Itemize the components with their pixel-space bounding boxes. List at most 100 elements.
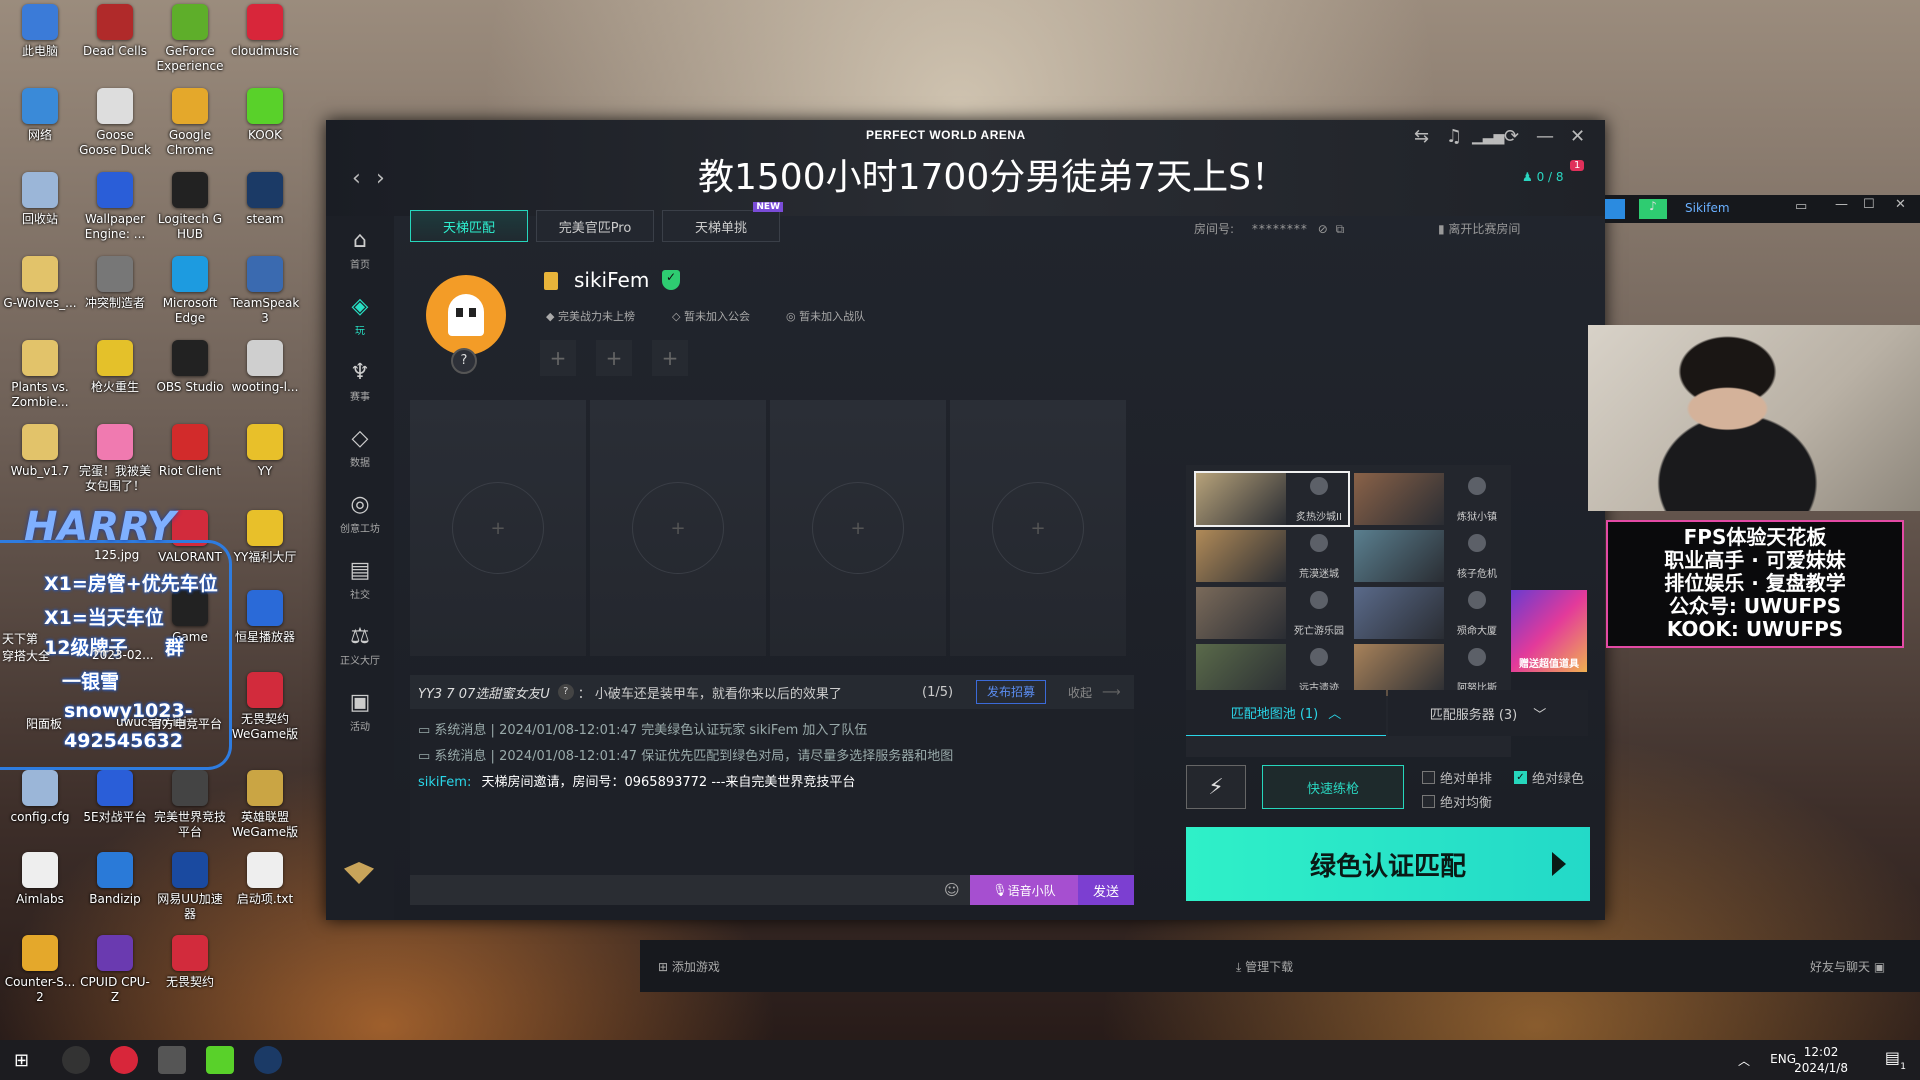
server-pool-dropdown[interactable]: 匹配服务器 (3) ﹀	[1388, 690, 1588, 736]
desktop-icon[interactable]: YY	[227, 424, 303, 479]
map-item[interactable]: 炼狱小镇	[1354, 473, 1506, 525]
emoji-icon[interactable]: ☺	[944, 881, 960, 899]
map-item[interactable]: 远古遗迹	[1196, 644, 1348, 696]
maximize-icon[interactable]: ☐	[1863, 197, 1875, 212]
desktop-icon[interactable]: 英雄联盟 WeGame版	[227, 770, 303, 840]
party-counter[interactable]: ♟ 0 / 8	[1522, 170, 1564, 184]
map-item[interactable]: 阿努比斯	[1354, 644, 1506, 696]
diamond-icon[interactable]	[344, 862, 374, 884]
manage-download-button[interactable]: ⤓ 管理下载	[1236, 958, 1293, 975]
tray-expand-icon[interactable]: ︿	[1738, 1052, 1750, 1069]
tab-official-pro[interactable]: 完美官匹Pro	[536, 210, 654, 242]
quick-practice-button[interactable]: 快速练枪	[1262, 765, 1404, 809]
sidebar-item[interactable]: ⌂ 首页	[326, 228, 394, 271]
desktop-icon[interactable]: 恒星播放器	[227, 590, 303, 645]
desktop-icon[interactable]: TeamSpeak 3	[227, 256, 303, 326]
desktop-icon[interactable]: Google Chrome	[152, 88, 228, 158]
map-item[interactable]: 炙热沙城II	[1194, 471, 1350, 527]
desktop-icon[interactable]: KOOK	[227, 88, 303, 143]
tab-ladder-match[interactable]: 天梯匹配	[410, 210, 528, 242]
team-slot[interactable]: +	[950, 400, 1126, 656]
leave-room-button[interactable]: ▮ 离开比赛房间	[1438, 220, 1520, 237]
send-button[interactable]: 发送	[1078, 875, 1134, 905]
sidebar-item[interactable]: ◇ 数据	[326, 426, 394, 469]
map-item[interactable]: 死亡游乐园	[1196, 587, 1348, 639]
desktop-icon[interactable]: Wallpaper Engine: ...	[77, 172, 153, 242]
desktop-icon[interactable]: GeForce Experience	[152, 4, 228, 74]
desktop-icon[interactable]: YY福利大厅	[227, 510, 303, 565]
desktop-icon[interactable]: cloudmusic	[227, 4, 303, 59]
solo-queue-checkbox[interactable]: 绝对单排	[1422, 768, 1492, 787]
desktop-icon[interactable]: CPUID CPU-Z	[77, 935, 153, 1005]
sidebar-item[interactable]: ⚖ 正义大厅	[326, 624, 394, 667]
windows-start-icon[interactable]: ⊞	[14, 1050, 29, 1071]
desktop-icon[interactable]: Wub_v1.7	[2, 424, 78, 479]
help-icon[interactable]: ?	[557, 684, 574, 700]
notification-center-icon[interactable]: ▤	[1885, 1048, 1900, 1067]
obs-taskbar-icon[interactable]	[62, 1046, 90, 1074]
swap-icon[interactable]: ⇆	[1414, 126, 1429, 147]
signal-icon[interactable]: ▁▃▅	[1472, 129, 1504, 145]
green-match-button[interactable]: 绿色认证匹配	[1186, 827, 1590, 901]
badge-slot[interactable]: +	[652, 340, 688, 376]
desktop-icon[interactable]: config.cfg	[2, 770, 78, 825]
clock[interactable]: 12:02 2024/1/8	[1794, 1044, 1848, 1076]
desktop-icon[interactable]: 枪火重生	[77, 340, 153, 395]
desktop-icon[interactable]: Riot Client	[152, 424, 228, 479]
team-slot[interactable]: +	[410, 400, 586, 656]
friends-chat-button[interactable]: 好友与聊天 ▣	[1810, 958, 1885, 975]
desktop-icon[interactable]: 完蛋！我被美女包围了！	[77, 424, 153, 494]
voice-party-button[interactable]: 🎙︎ 语音小队	[970, 875, 1078, 905]
balanced-checkbox[interactable]: 绝对均衡	[1422, 792, 1492, 811]
notify-bell-icon[interactable]: ♪	[1639, 199, 1667, 219]
desktop-icon[interactable]: 5E对战平台	[77, 770, 153, 825]
badge-slot[interactable]: +	[540, 340, 576, 376]
boost-button[interactable]: ⚡︎	[1186, 765, 1246, 809]
desktop-icon[interactable]: wooting-l...	[227, 340, 303, 395]
desktop-icon[interactable]: Goose Goose Duck	[77, 88, 153, 158]
sidebar-item[interactable]: ◈ 玩	[326, 294, 394, 337]
team-slot[interactable]: +	[590, 400, 766, 656]
forward-arrow-icon[interactable]: ›	[376, 166, 385, 191]
sidebar-item[interactable]: ▤ 社交	[326, 558, 394, 601]
desktop-icon[interactable]: 网络	[2, 88, 78, 143]
cloudmusic-taskbar-icon[interactable]	[110, 1046, 138, 1074]
map-pool-dropdown[interactable]: 匹配地图池 (1) ︿	[1186, 690, 1386, 736]
desktop-icon[interactable]: Counter-S... 2	[2, 935, 78, 1005]
desktop-icon[interactable]: 启动项.txt	[227, 852, 303, 907]
badge-slot[interactable]: +	[596, 340, 632, 376]
bell-icon[interactable]: ♫	[1446, 126, 1462, 147]
sidebar-item[interactable]: ▣ 活动	[326, 690, 394, 733]
promo-side-banner[interactable]: 赠送超值道具	[1511, 590, 1587, 672]
desktop-icon[interactable]: 回收站	[2, 172, 78, 227]
desktop-icon[interactable]: 网易UU加速器	[152, 852, 228, 922]
kook-taskbar-icon[interactable]	[206, 1046, 234, 1074]
back-arrow-icon[interactable]: ‹	[352, 166, 361, 191]
desktop-icon[interactable]: Dead Cells	[77, 4, 153, 59]
minimize-icon[interactable]: —	[1536, 126, 1554, 147]
sidebar-item[interactable]: ◎ 创意工坊	[326, 492, 394, 535]
desktop-icon[interactable]: Aimlabs	[2, 852, 78, 907]
desktop-icon[interactable]: Microsoft Edge	[152, 256, 228, 326]
map-item[interactable]: 荒漠迷城	[1196, 530, 1348, 582]
streamer-name[interactable]: Sikifem	[1685, 201, 1730, 215]
map-item[interactable]: 殒命大厦	[1354, 587, 1506, 639]
steam-taskbar-icon[interactable]	[254, 1046, 282, 1074]
desktop-icon[interactable]: Logitech G HUB	[152, 172, 228, 242]
rank-badge[interactable]: ?	[451, 348, 477, 374]
refresh-icon[interactable]: ⟳	[1504, 126, 1519, 147]
desktop-icon[interactable]: 冲突制造者	[77, 256, 153, 311]
desktop-icon[interactable]: G-Wolves_...	[2, 256, 78, 311]
desktop-icon[interactable]: 此电脑	[2, 4, 78, 59]
publish-recruit-button[interactable]: 发布招募	[976, 680, 1047, 704]
desktop-icon[interactable]: OBS Studio	[152, 340, 228, 395]
desktop-icon[interactable]: steam	[227, 172, 303, 227]
minimize-icon[interactable]: —	[1835, 197, 1848, 212]
map-item[interactable]: 核子危机	[1354, 530, 1506, 582]
add-game-button[interactable]: ⊞ 添加游戏	[658, 958, 720, 975]
language-indicator[interactable]: ENG	[1770, 1052, 1796, 1066]
tab-ladder-solo[interactable]: 天梯单挑 NEW	[662, 202, 783, 242]
avatar[interactable]	[426, 275, 506, 355]
chat-input[interactable]	[410, 875, 970, 905]
sidebar-item[interactable]: ♆ 赛事	[326, 360, 394, 403]
